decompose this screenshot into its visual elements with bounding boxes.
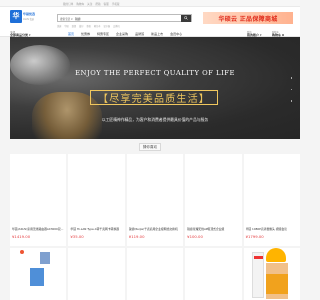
product-card[interactable]: 华硕 1080P高清摄像头 视频会议 ¥1799.00 — [243, 154, 300, 246]
nav-item[interactable]: 优惠券 — [81, 32, 90, 36]
product-title[interactable]: 华硕 Hi-LAN Type-C转千兆网卡转换器 — [70, 227, 122, 231]
hot-keyword[interactable]: 华硕 — [64, 24, 68, 28]
logo-subtitle: ASUS 优选 — [23, 18, 34, 21]
product-price: ¥100.00 — [187, 234, 203, 239]
product-card[interactable] — [185, 248, 242, 300]
product-price: ¥35.00 — [70, 234, 84, 239]
hot-keyword[interactable]: 戴尔 — [79, 24, 83, 28]
search-input[interactable] — [75, 16, 180, 22]
product-card[interactable]: 华硕(ASUS)家用无线路由器AX3000双频千兆 ¥1419.00 — [10, 154, 67, 246]
nav-item[interactable]: 首页 — [68, 32, 74, 36]
banner-cup-image — [10, 45, 70, 85]
nav-menu: 首页 优惠券 特惠专区 企业采购 品牌馆 新品上市 会员中心 — [68, 32, 182, 36]
product-card[interactable] — [243, 248, 300, 300]
main-nav: 全部 全部商品分类 ▾ 首页 优惠券 特惠专区 企业采购 品牌馆 新品上市 会员… — [0, 29, 300, 37]
product-image — [68, 154, 125, 224]
search-category-select[interactable]: 搜索宝贝 ▾ — [60, 17, 73, 21]
nav-item[interactable]: 新品上市 — [151, 32, 163, 36]
hot-keywords: 锐捷 华硕 联想 戴尔 惠普 笔记本 显示器 交换机 — [57, 24, 120, 28]
product-grid: 华硕(ASUS)家用无线路由器AX3000双频千兆 ¥1419.00 华硕 Hi… — [10, 154, 300, 246]
product-card[interactable] — [68, 248, 125, 300]
product-image-part — [40, 252, 50, 264]
nav-item[interactable]: 品牌馆 — [135, 32, 144, 36]
product-image — [185, 154, 242, 224]
top-link[interactable]: 手机版 — [112, 2, 120, 6]
worker-vest-image — [265, 274, 288, 294]
account-menu[interactable]: 我的 我的账户 ▾ — [247, 29, 263, 37]
all-categories-menu[interactable]: 全部 全部商品分类 ▾ — [10, 29, 50, 37]
product-box-image — [251, 252, 264, 298]
carousel-dots — [290, 77, 292, 102]
product-title[interactable]: 华硕 1080P高清摄像头 视频会议 — [246, 227, 298, 231]
hero-banner[interactable]: ENJOY THE PERFECT QUALITY OF LIFE 【尽享完美品… — [10, 37, 300, 139]
product-image — [243, 154, 300, 224]
promo-banner[interactable]: 华硕云 正品保障商城 — [203, 12, 293, 24]
hot-keyword[interactable]: 锐捷 — [57, 24, 61, 28]
logo-name: 华硕优选 — [23, 12, 36, 16]
top-link[interactable]: 购物车 — [76, 2, 84, 6]
product-card[interactable] — [10, 248, 67, 300]
search-bar: 搜索宝贝 ▾ — [57, 14, 192, 22]
product-image-part — [30, 268, 44, 286]
nav-item[interactable]: 企业采购 — [116, 32, 128, 36]
promo-text: 华硕云 正品保障商城 — [218, 15, 278, 23]
nav-item[interactable]: 特惠专区 — [97, 32, 109, 36]
search-icon — [184, 16, 188, 21]
top-links: 我的订单 购物车 关注 帮助 客服 手机版 — [63, 2, 120, 6]
hot-keyword[interactable]: 交换机 — [113, 24, 120, 28]
top-utility-bar: 我的订单 购物车 关注 帮助 客服 手机版 — [0, 0, 300, 7]
banner-chinese-headline: 【尽享完美品质生活】 — [98, 94, 210, 105]
section-header: 猜你喜欢 — [0, 142, 300, 152]
top-link[interactable]: 关注 — [87, 2, 92, 6]
product-image-part — [20, 250, 24, 254]
hot-keyword[interactable]: 笔记本 — [94, 24, 101, 28]
product-image — [10, 154, 67, 224]
hot-keyword[interactable]: 惠普 — [87, 24, 91, 28]
hot-keyword[interactable]: 显示器 — [103, 24, 110, 28]
box-label — [253, 256, 263, 259]
nav-right: 我的 我的账户 ▾ 购物车 购物车 0 — [247, 29, 288, 37]
product-title[interactable]: 锐捷(Ruijie)千兆商用企业级网络交换机 — [129, 227, 181, 231]
site-logo[interactable]: 华 华硕优选 ASUS 优选 — [10, 10, 46, 24]
carousel-dot[interactable] — [290, 77, 292, 79]
product-price: ¥119.00 — [128, 234, 145, 239]
site-header: 华 华硕优选 ASUS 优选 搜索宝贝 ▾ 锐捷 华硕 联想 戴尔 惠普 笔记本… — [0, 7, 300, 29]
banner-english-headline: ENJOY THE PERFECT QUALITY OF LIFE — [75, 69, 235, 77]
banner-description: 以工匠精神作精品，为客户和消费者提供最具价值的产品与服务 — [101, 117, 209, 122]
top-link[interactable]: 我的订单 — [63, 2, 73, 6]
section-title: 猜你喜欢 — [138, 142, 162, 152]
hot-keyword[interactable]: 联想 — [72, 24, 76, 28]
product-price: ¥1799.00 — [245, 234, 264, 239]
search-button[interactable] — [181, 15, 191, 22]
product-grid-row-2 — [10, 248, 300, 300]
carousel-dot[interactable] — [290, 100, 292, 102]
product-card[interactable]: 华硕 Hi-LAN Type-C转千兆网卡转换器 ¥35.00 — [68, 154, 125, 246]
carousel-dot[interactable] — [290, 88, 292, 90]
product-price: ¥1419.00 — [12, 234, 31, 239]
nav-item[interactable]: 会员中心 — [170, 32, 182, 36]
logo-mark-icon: 华 — [10, 10, 22, 23]
product-title[interactable]: 锐捷星耀无线AP吸顶式企业级 — [187, 227, 239, 231]
product-card[interactable]: 锐捷星耀无线AP吸顶式企业级 ¥100.00 — [185, 154, 242, 246]
top-link[interactable]: 客服 — [104, 2, 109, 6]
product-card[interactable]: 锐捷(Ruijie)千兆商用企业级网络交换机 ¥119.00 — [126, 154, 184, 246]
worker-helmet-image — [265, 248, 286, 262]
product-card[interactable] — [126, 248, 184, 300]
top-link[interactable]: 帮助 — [95, 2, 100, 6]
product-title[interactable]: 华硕(ASUS)家用无线路由器AX3000双频千兆 — [12, 227, 64, 231]
banner-chinese-frame: 【尽享完美品质生活】 — [90, 90, 218, 105]
cart-menu[interactable]: 购物车 购物车 0 — [272, 29, 288, 37]
product-image — [126, 154, 184, 224]
